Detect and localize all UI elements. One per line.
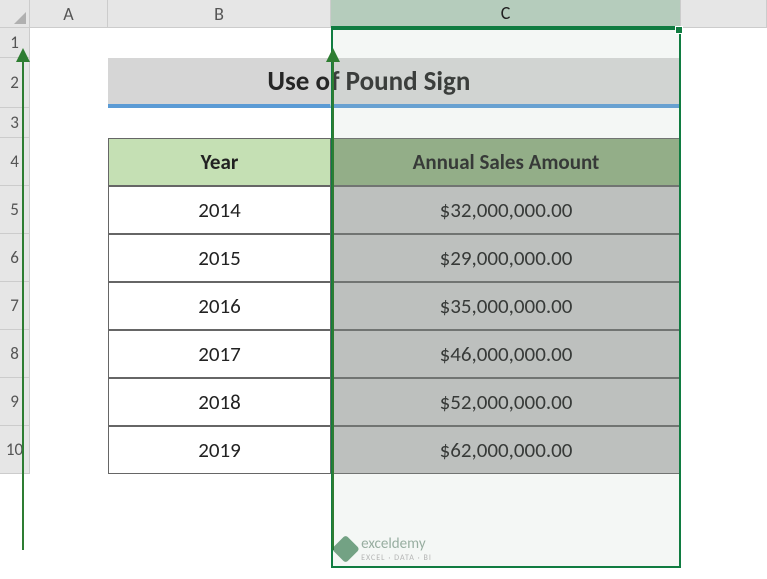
- watermark-logo-icon: [331, 534, 359, 562]
- row-5: 5 2014 $32,000,000.00: [0, 186, 767, 234]
- column-headers-row: A B C: [0, 0, 767, 28]
- cell-a8[interactable]: [30, 330, 108, 378]
- cell-d5[interactable]: [681, 186, 767, 234]
- sales-cell[interactable]: $46,000,000.00: [331, 330, 681, 378]
- sales-cell[interactable]: $29,000,000.00: [331, 234, 681, 282]
- row-header-3[interactable]: 3: [0, 108, 30, 138]
- cell-d8[interactable]: [681, 330, 767, 378]
- year-cell[interactable]: 2018: [108, 378, 331, 426]
- column-header-c[interactable]: C: [331, 0, 681, 28]
- row-8: 8 2017 $46,000,000.00: [0, 330, 767, 378]
- row-header-8[interactable]: 8: [0, 330, 30, 378]
- row-header-4[interactable]: 4: [0, 138, 30, 186]
- watermark-tagline: EXCEL · DATA · BI: [361, 553, 432, 563]
- watermark: exceldemy EXCEL · DATA · BI: [335, 534, 432, 563]
- cell-b3[interactable]: [108, 108, 331, 138]
- sales-cell[interactable]: $35,000,000.00: [331, 282, 681, 330]
- header-sales[interactable]: Annual Sales Amount: [331, 138, 681, 186]
- cell-d6[interactable]: [681, 234, 767, 282]
- cell-c1[interactable]: [331, 28, 681, 58]
- row-header-9[interactable]: 9: [0, 378, 30, 426]
- cell-a2[interactable]: [30, 58, 108, 108]
- cell-d2[interactable]: [681, 58, 767, 108]
- spreadsheet: A B C 1 2 Use o f Pound Sign Use of Poun…: [0, 0, 767, 579]
- watermark-text-block: exceldemy EXCEL · DATA · BI: [361, 534, 432, 563]
- row-10: 10 2019 $62,000,000.00: [0, 426, 767, 474]
- row-4: 4 Year Annual Sales Amount: [0, 138, 767, 186]
- row-header-10[interactable]: 10: [0, 426, 30, 474]
- sales-cell[interactable]: $52,000,000.00: [331, 378, 681, 426]
- year-cell[interactable]: 2014: [108, 186, 331, 234]
- cell-d7[interactable]: [681, 282, 767, 330]
- column-header-a[interactable]: A: [30, 0, 108, 28]
- year-cell[interactable]: 2019: [108, 426, 331, 474]
- row-9: 9 2018 $52,000,000.00: [0, 378, 767, 426]
- cell-d9[interactable]: [681, 378, 767, 426]
- title-right[interactable]: f Pound Sign: [331, 58, 681, 108]
- row-7: 7 2016 $35,000,000.00: [0, 282, 767, 330]
- year-cell[interactable]: 2016: [108, 282, 331, 330]
- sales-cell[interactable]: $32,000,000.00: [331, 186, 681, 234]
- sales-cell[interactable]: $62,000,000.00: [331, 426, 681, 474]
- row-header-6[interactable]: 6: [0, 234, 30, 282]
- row-header-7[interactable]: 7: [0, 282, 30, 330]
- cell-d4[interactable]: [681, 138, 767, 186]
- row-3: 3: [0, 108, 767, 138]
- cell-d3[interactable]: [681, 108, 767, 138]
- row-6: 6 2015 $29,000,000.00: [0, 234, 767, 282]
- row-header-2[interactable]: 2: [0, 58, 30, 108]
- cell-a5[interactable]: [30, 186, 108, 234]
- title-text-part1: Use o: [267, 65, 330, 98]
- cell-a7[interactable]: [30, 282, 108, 330]
- title-text-part2: f Pound Sign: [331, 65, 470, 98]
- cell-a10[interactable]: [30, 426, 108, 474]
- cell-c3[interactable]: [331, 108, 681, 138]
- title-left[interactable]: Use o: [108, 58, 331, 108]
- column-header-b[interactable]: B: [108, 0, 331, 28]
- cell-a4[interactable]: [30, 138, 108, 186]
- cell-a6[interactable]: [30, 234, 108, 282]
- row-2: 2 Use o f Pound Sign: [0, 58, 767, 108]
- year-cell[interactable]: 2015: [108, 234, 331, 282]
- header-year[interactable]: Year: [108, 138, 331, 186]
- cell-d1[interactable]: [681, 28, 767, 58]
- guide-line-left: [22, 60, 24, 550]
- cell-a9[interactable]: [30, 378, 108, 426]
- year-cell[interactable]: 2017: [108, 330, 331, 378]
- cell-a1[interactable]: [30, 28, 108, 58]
- row-header-5[interactable]: 5: [0, 186, 30, 234]
- row-1: 1: [0, 28, 767, 58]
- watermark-brand: exceldemy: [361, 535, 425, 553]
- column-header-d[interactable]: [681, 0, 767, 28]
- cell-b1[interactable]: [108, 28, 331, 58]
- cell-a3[interactable]: [30, 108, 108, 138]
- select-all-corner[interactable]: [0, 0, 30, 28]
- cell-d10[interactable]: [681, 426, 767, 474]
- guide-line-right: [332, 60, 334, 550]
